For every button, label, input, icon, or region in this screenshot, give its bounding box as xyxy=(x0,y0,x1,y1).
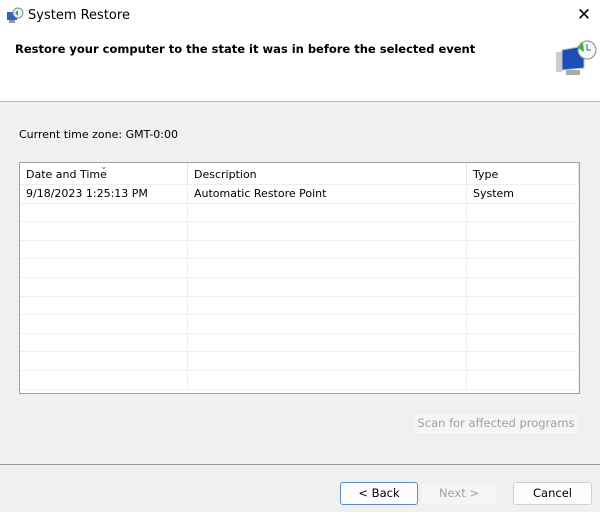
cell-type: System xyxy=(467,185,579,203)
empty-row xyxy=(20,278,579,297)
table-row[interactable]: 9/18/2023 1:25:13 PM Automatic Restore P… xyxy=(20,185,579,204)
empty-cell xyxy=(20,278,188,296)
empty-row xyxy=(20,352,579,371)
empty-cell xyxy=(20,259,188,277)
empty-cell xyxy=(467,352,579,370)
page-heading: Restore your computer to the state it wa… xyxy=(15,42,476,56)
empty-cell xyxy=(467,278,579,296)
restore-points-table[interactable]: Date and Time ⌄ Description Type 9/18/202… xyxy=(19,162,580,394)
empty-cell xyxy=(467,315,579,333)
cancel-button[interactable]: Cancel xyxy=(513,482,592,505)
back-button[interactable]: < Back xyxy=(340,482,418,505)
empty-cell xyxy=(188,222,467,240)
empty-cell xyxy=(188,315,467,333)
empty-cell xyxy=(467,296,579,315)
close-icon[interactable]: ✕ xyxy=(572,4,596,26)
timezone-label: Current time zone: GMT-0:00 xyxy=(19,128,179,141)
sort-chevron-icon: ⌄ xyxy=(100,162,108,172)
column-header-type[interactable]: Type xyxy=(467,163,579,184)
empty-cell xyxy=(20,203,188,222)
empty-cell xyxy=(20,222,188,240)
empty-row xyxy=(20,333,579,353)
empty-row xyxy=(20,259,579,278)
empty-cell xyxy=(20,315,188,333)
empty-row xyxy=(20,315,579,334)
table-header: Date and Time ⌄ Description Type xyxy=(20,163,579,185)
empty-row xyxy=(20,371,579,390)
empty-cell xyxy=(188,203,467,222)
empty-cell xyxy=(20,240,188,259)
empty-row xyxy=(20,203,579,223)
empty-cell xyxy=(188,352,467,370)
next-button[interactable]: Next > xyxy=(420,482,498,505)
empty-row xyxy=(20,296,579,316)
column-header-description[interactable]: Description xyxy=(188,163,467,184)
empty-row xyxy=(20,222,579,241)
window-title: System Restore xyxy=(28,8,130,23)
empty-cell xyxy=(188,278,467,296)
header-panel: System Restore ✕ Restore your computer t… xyxy=(0,0,600,102)
system-restore-icon xyxy=(556,40,597,75)
empty-cell xyxy=(188,259,467,277)
empty-cell xyxy=(188,240,467,259)
empty-cell xyxy=(467,240,579,259)
cell-description: Automatic Restore Point xyxy=(188,185,467,203)
empty-cell xyxy=(467,333,579,352)
system-restore-app-icon xyxy=(7,7,24,23)
empty-cell xyxy=(467,222,579,240)
empty-cell xyxy=(188,371,467,389)
empty-cell xyxy=(467,259,579,277)
cell-date: 9/18/2023 1:25:13 PM xyxy=(20,185,188,203)
scan-affected-programs-button[interactable]: Scan for affected programs xyxy=(412,412,580,435)
empty-cell xyxy=(20,333,188,352)
empty-cell xyxy=(467,203,579,222)
empty-cell xyxy=(20,352,188,370)
empty-cell xyxy=(20,371,188,389)
column-header-date[interactable]: Date and Time ⌄ xyxy=(20,163,188,184)
footer-divider xyxy=(0,464,600,465)
empty-cell xyxy=(188,333,467,352)
empty-cell xyxy=(188,296,467,315)
empty-row xyxy=(20,240,579,260)
empty-cell xyxy=(20,296,188,315)
empty-cell xyxy=(467,371,579,389)
